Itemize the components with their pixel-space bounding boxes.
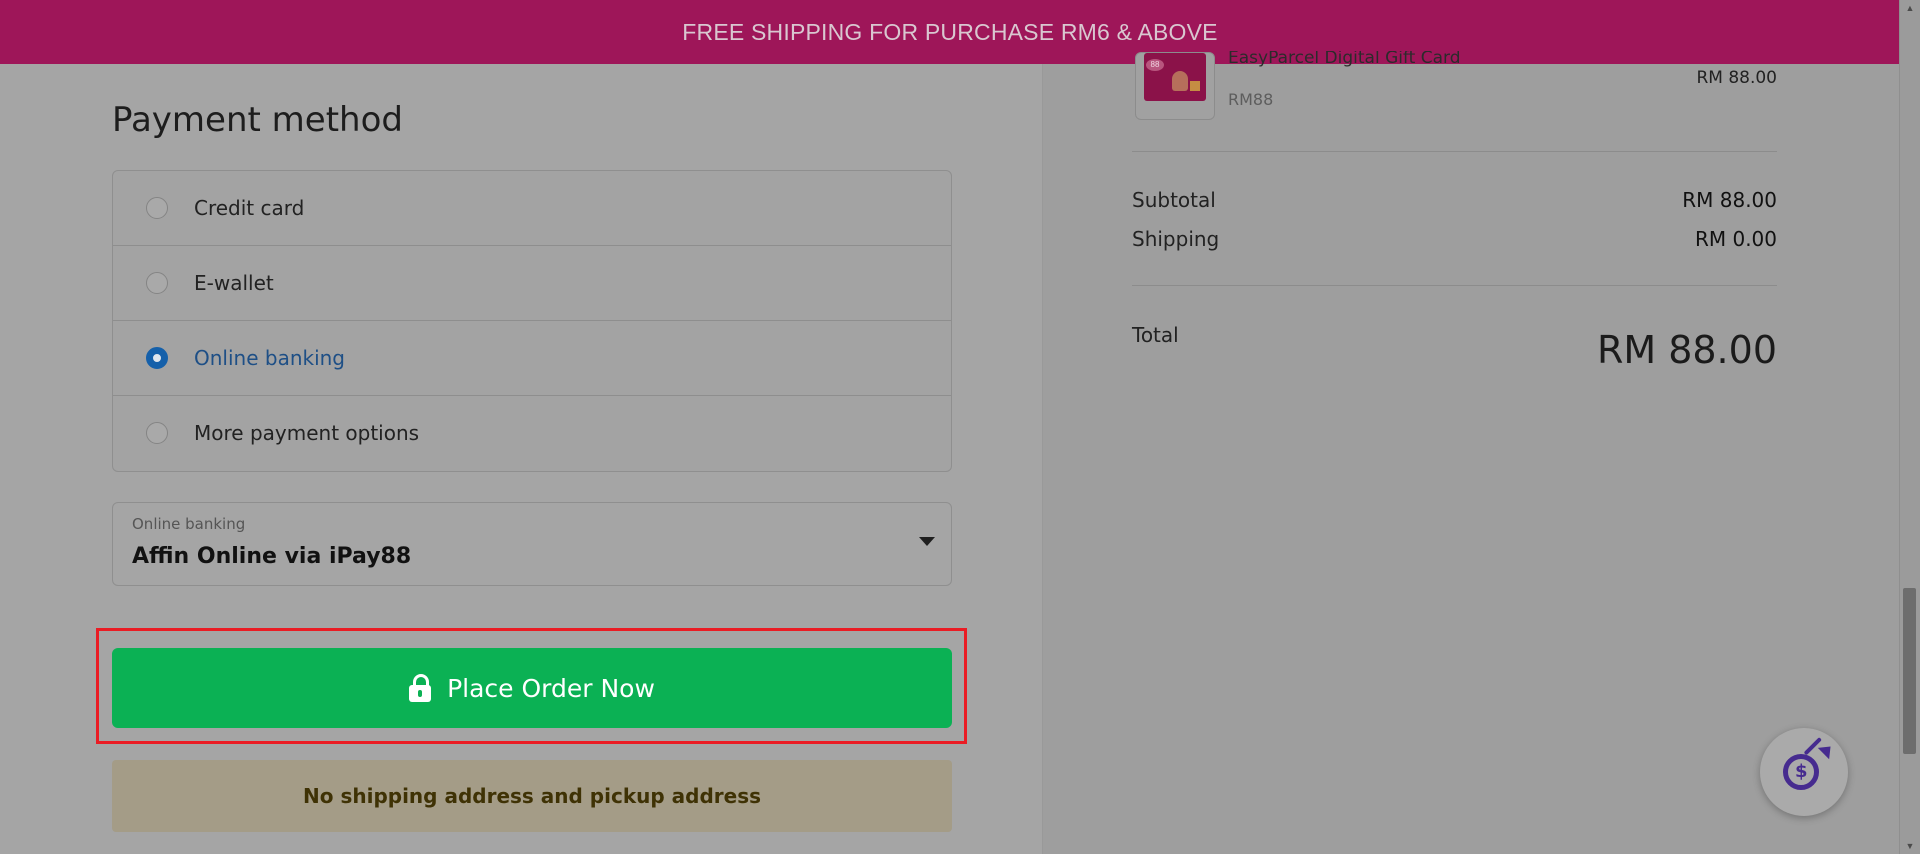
summary-divider-top bbox=[1132, 151, 1777, 152]
payment-label-online-banking: Online banking bbox=[194, 346, 346, 370]
payment-label-e-wallet: E-wallet bbox=[194, 271, 274, 295]
gift-card-character bbox=[1172, 71, 1188, 91]
gift-card-badge: 88 bbox=[1146, 59, 1164, 71]
summary-divider-bottom bbox=[1132, 285, 1777, 286]
payment-label-more-options: More payment options bbox=[194, 421, 420, 445]
payment-option-more[interactable]: More payment options bbox=[113, 396, 951, 470]
address-warning: No shipping address and pickup address bbox=[112, 760, 952, 832]
shipping-value: RM 0.00 bbox=[1694, 227, 1777, 251]
select-value: Affin Online via iPay88 bbox=[132, 544, 412, 569]
page-scrollbar[interactable]: ▲ ▼ bbox=[1899, 0, 1920, 854]
subtotal-label: Subtotal bbox=[1132, 188, 1216, 212]
place-order-button[interactable]: Place Order Now bbox=[112, 648, 952, 728]
product-variant: RM88 bbox=[1228, 90, 1274, 109]
free-shipping-banner: FREE SHIPPING FOR PURCHASE RM6 & ABOVE bbox=[0, 0, 1900, 64]
product-thumbnail: 88 bbox=[1135, 52, 1215, 120]
address-warning-text: No shipping address and pickup address bbox=[303, 784, 761, 808]
target-dollar-icon: $ bbox=[1781, 737, 1837, 795]
scroll-up-arrow[interactable]: ▲ bbox=[1900, 0, 1920, 16]
payment-option-credit-card[interactable]: Credit card bbox=[113, 171, 951, 246]
radio-more-payment-options[interactable] bbox=[146, 422, 168, 444]
payment-option-online-banking[interactable]: Online banking bbox=[113, 321, 951, 396]
lock-icon bbox=[409, 674, 432, 702]
caret-down-icon bbox=[919, 537, 935, 546]
rewards-floating-button[interactable]: $ bbox=[1760, 728, 1848, 816]
product-price: RM 88.00 bbox=[1696, 68, 1777, 88]
gift-box-graphic bbox=[1190, 81, 1200, 91]
gift-card-image: 88 bbox=[1144, 53, 1206, 101]
radio-e-wallet[interactable] bbox=[146, 272, 168, 294]
online-banking-select[interactable]: Online banking Affin Online via iPay88 bbox=[112, 502, 952, 586]
product-name: EasyParcel Digital Gift Card bbox=[1228, 48, 1461, 68]
total-label: Total bbox=[1132, 323, 1179, 347]
scroll-down-arrow[interactable]: ▼ bbox=[1900, 838, 1920, 854]
payment-method-title: Payment method bbox=[112, 100, 403, 140]
payment-options: Credit card E-wallet Online banking More… bbox=[112, 170, 952, 472]
radio-online-banking-selected[interactable] bbox=[146, 347, 168, 369]
radio-credit-card[interactable] bbox=[146, 197, 168, 219]
free-shipping-text: FREE SHIPPING FOR PURCHASE RM6 & ABOVE bbox=[682, 18, 1218, 45]
select-caption: Online banking bbox=[132, 515, 246, 533]
payment-option-e-wallet[interactable]: E-wallet bbox=[113, 246, 951, 321]
subtotal-value: RM 88.00 bbox=[1682, 188, 1777, 212]
scroll-thumb[interactable] bbox=[1903, 588, 1916, 754]
shipping-label: Shipping bbox=[1132, 227, 1220, 251]
order-summary-pane bbox=[1042, 0, 1901, 854]
total-value: RM 88.00 bbox=[1596, 328, 1777, 372]
payment-label-credit-card: Credit card bbox=[194, 196, 305, 220]
place-order-label: Place Order Now bbox=[447, 673, 655, 703]
